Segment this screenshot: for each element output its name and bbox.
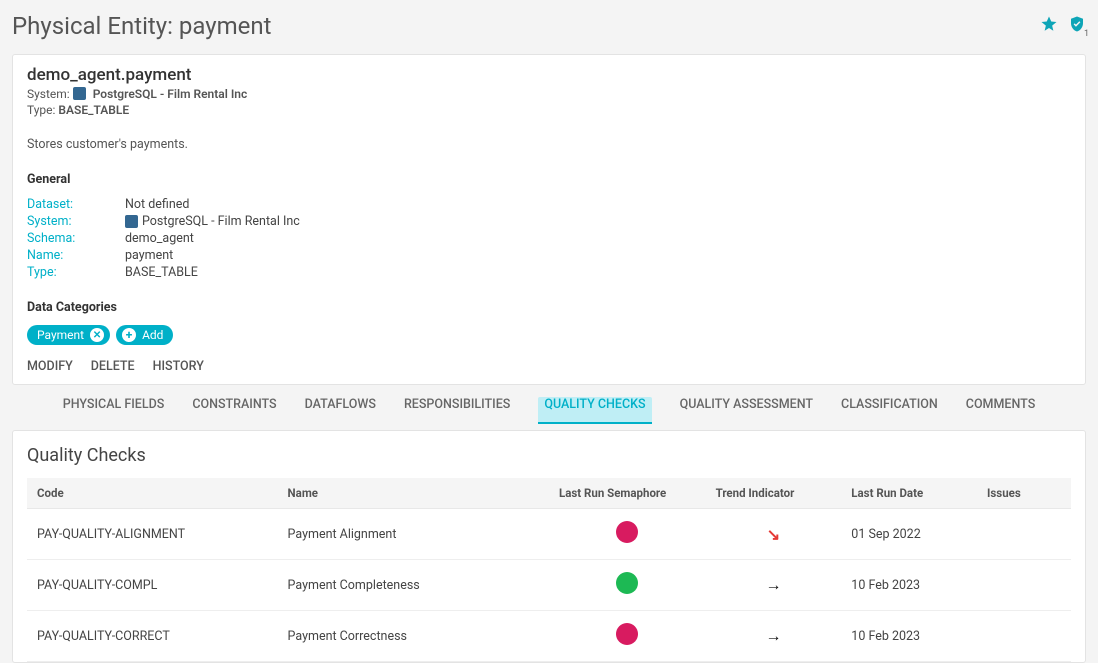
general-row: System:PostgreSQL - Film Rental Inc	[27, 214, 1071, 229]
general-value: Not defined	[125, 197, 189, 212]
quality-checks-table: Code Name Last Run Semaphore Trend Indic…	[27, 478, 1071, 662]
entity-full-name: demo_agent.payment	[27, 65, 1071, 85]
general-value: PostgreSQL - Film Rental Inc	[125, 214, 300, 229]
cell-issues	[977, 611, 1071, 662]
entity-type-label: Type:	[27, 103, 55, 117]
quality-checks-panel: Quality Checks Code Name Last Run Semaph…	[12, 430, 1086, 663]
modify-button[interactable]: MODIFY	[27, 359, 73, 374]
cell-code: PAY-QUALITY-ALIGNMENT	[27, 509, 278, 560]
col-semaphore[interactable]: Last Run Semaphore	[549, 478, 706, 509]
green-semaphore-icon	[616, 572, 638, 594]
star-icon[interactable]	[1040, 15, 1058, 37]
cell-last-run: 10 Feb 2023	[841, 560, 977, 611]
cell-name: Payment Completeness	[278, 560, 549, 611]
tab-dataflows[interactable]: DATAFLOWS	[305, 397, 376, 424]
shield-badge-count: 1	[1084, 29, 1089, 39]
red-semaphore-icon	[616, 623, 638, 645]
postgresql-icon	[125, 215, 138, 228]
tab-classification[interactable]: CLASSIFICATION	[841, 397, 938, 424]
category-chip-payment[interactable]: Payment ✕	[27, 325, 110, 345]
entity-system-line: System: PostgreSQL - Film Rental Inc	[27, 87, 1071, 101]
general-value: demo_agent	[125, 231, 194, 246]
general-value: payment	[125, 248, 173, 263]
red-semaphore-icon	[616, 521, 638, 543]
tab-quality-checks[interactable]: QUALITY CHECKS	[538, 397, 651, 424]
general-heading: General	[27, 172, 1071, 187]
cell-trend: →	[706, 611, 842, 662]
cell-name: Payment Correctness	[278, 611, 549, 662]
category-chip-label: Payment	[37, 328, 84, 342]
entity-type-line: Type: BASE_TABLE	[27, 103, 1071, 117]
general-row: Name:payment	[27, 248, 1071, 263]
trend-flat-icon: →	[765, 575, 781, 594]
history-button[interactable]: HISTORY	[153, 359, 204, 374]
delete-button[interactable]: DELETE	[91, 359, 135, 374]
tabs: PHYSICAL FIELDS CONSTRAINTS DATAFLOWS RESPO…	[0, 385, 1098, 424]
general-row: Type:BASE_TABLE	[27, 265, 1071, 280]
general-label[interactable]: Type:	[27, 265, 125, 280]
tab-comments[interactable]: COMMENTS	[966, 397, 1035, 424]
cell-code: PAY-QUALITY-COMPL	[27, 560, 278, 611]
cell-last-run: 01 Sep 2022	[841, 509, 977, 560]
cell-semaphore	[549, 509, 706, 560]
quality-checks-title: Quality Checks	[27, 445, 1071, 466]
cell-trend: ↘	[706, 509, 842, 560]
entity-card: demo_agent.payment System: PostgreSQL - …	[12, 54, 1086, 385]
col-code[interactable]: Code	[27, 478, 278, 509]
add-category-chip[interactable]: + Add	[116, 325, 173, 345]
cell-name: Payment Alignment	[278, 509, 549, 560]
cell-code: PAY-QUALITY-CORRECT	[27, 611, 278, 662]
categories-heading: Data Categories	[27, 300, 1071, 315]
page-title: Physical Entity: payment	[12, 12, 272, 40]
tab-responsibilities[interactable]: RESPONSIBILITIES	[404, 397, 510, 424]
shield-check-icon[interactable]: 1	[1068, 15, 1086, 37]
table-row[interactable]: PAY-QUALITY-CORRECTPayment Correctness → 1…	[27, 611, 1071, 662]
col-issues[interactable]: Issues	[977, 478, 1071, 509]
trend-down-icon: ↘	[767, 525, 780, 544]
general-label[interactable]: Dataset:	[27, 197, 125, 212]
remove-chip-icon[interactable]: ✕	[90, 328, 104, 342]
cell-issues	[977, 509, 1071, 560]
table-row[interactable]: PAY-QUALITY-ALIGNMENTPayment Alignment ↘ 0…	[27, 509, 1071, 560]
postgresql-icon	[73, 87, 86, 100]
general-row: Schema:demo_agent	[27, 231, 1071, 246]
plus-icon: +	[122, 328, 136, 342]
general-label[interactable]: Name:	[27, 248, 125, 263]
cell-trend: →	[706, 560, 842, 611]
col-trend[interactable]: Trend Indicator	[706, 478, 842, 509]
tab-constraints[interactable]: CONSTRAINTS	[192, 397, 276, 424]
tab-physical-fields[interactable]: PHYSICAL FIELDS	[63, 397, 165, 424]
trend-flat-icon: →	[765, 626, 781, 645]
entity-system-value: PostgreSQL - Film Rental Inc	[93, 87, 248, 101]
general-value: BASE_TABLE	[125, 265, 198, 280]
table-header-row: Code Name Last Run Semaphore Trend Indic…	[27, 478, 1071, 509]
col-name[interactable]: Name	[278, 478, 549, 509]
general-label[interactable]: Schema:	[27, 231, 125, 246]
tab-quality-assessment[interactable]: QUALITY ASSESSMENT	[680, 397, 813, 424]
entity-type-value: BASE_TABLE	[58, 103, 129, 117]
entity-system-label: System:	[27, 87, 70, 101]
cell-issues	[977, 560, 1071, 611]
entity-description: Stores customer's payments.	[27, 137, 1071, 152]
general-row: Dataset:Not defined	[27, 197, 1071, 212]
general-label[interactable]: System:	[27, 214, 125, 229]
cell-last-run: 10 Feb 2023	[841, 611, 977, 662]
add-chip-label: Add	[142, 328, 163, 342]
col-last-run[interactable]: Last Run Date	[841, 478, 977, 509]
cell-semaphore	[549, 560, 706, 611]
cell-semaphore	[549, 611, 706, 662]
table-row[interactable]: PAY-QUALITY-COMPLPayment Completeness → 10…	[27, 560, 1071, 611]
